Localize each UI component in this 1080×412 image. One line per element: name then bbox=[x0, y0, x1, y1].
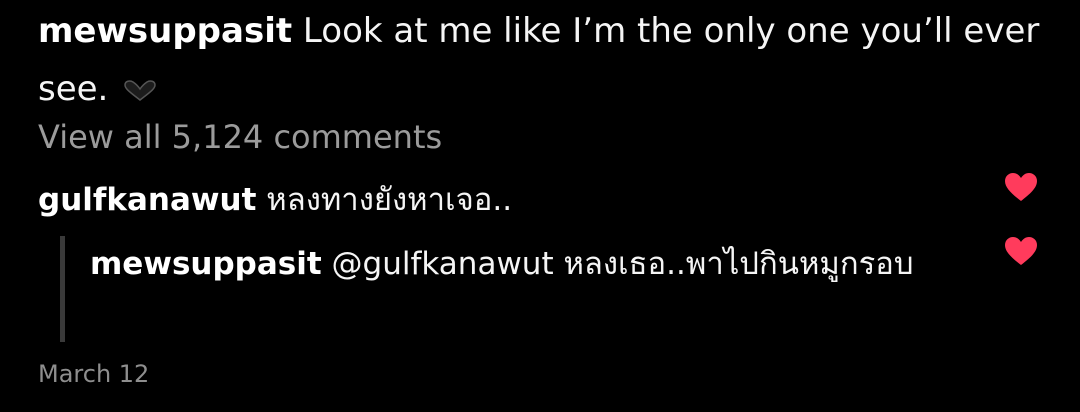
reply-like-heart-icon[interactable] bbox=[1004, 236, 1038, 266]
post-date: March 12 bbox=[38, 360, 150, 388]
reply-author[interactable]: mewsuppasit bbox=[90, 246, 322, 282]
reply-text: หลงเธอ..พาไปกินหมูกรอบ bbox=[563, 246, 914, 282]
reply-thread-bar bbox=[60, 236, 65, 342]
comment-author[interactable]: gulfkanawut bbox=[38, 182, 256, 218]
view-all-comments-link[interactable]: View all 5,124 comments bbox=[38, 114, 442, 160]
comment-like-heart-icon[interactable] bbox=[1004, 172, 1038, 202]
black-heart-icon bbox=[123, 62, 157, 120]
reply-item: mewsuppasit @gulfkanawut หลงเธอ..พาไปกิน… bbox=[90, 238, 970, 290]
reply-mention[interactable]: @gulfkanawut bbox=[332, 246, 554, 282]
caption-author[interactable]: mewsuppasit bbox=[38, 11, 292, 51]
post-caption: mewsuppasit Look at me like I’m the only… bbox=[38, 2, 1058, 120]
comment-text: หลงทางยังหาเจอ.. bbox=[266, 182, 513, 218]
comment-item: gulfkanawut หลงทางยังหาเจอ.. bbox=[38, 176, 978, 224]
